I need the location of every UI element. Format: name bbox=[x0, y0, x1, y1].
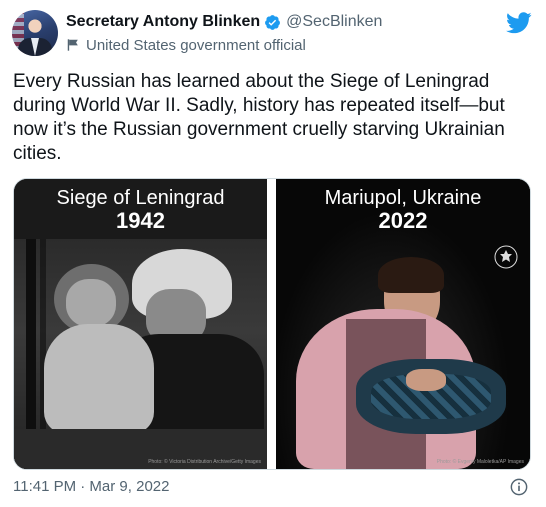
government-label-row[interactable]: United States government official bbox=[66, 36, 306, 54]
author-name-row: Secretary Antony Blinken @SecBlinken bbox=[66, 12, 382, 32]
mariupol-photo-credit: Photo: © Evgeniy Maloletka/AP Images bbox=[436, 459, 524, 465]
flag-icon bbox=[67, 39, 78, 51]
media-panel-mariupol[interactable]: Mariupol, Ukraine 2022 Photo: © Evgeniy … bbox=[276, 179, 530, 469]
tweet-timestamp[interactable]: 11:41 PM · Mar 9, 2022 bbox=[13, 478, 169, 495]
author-display-name[interactable]: Secretary Antony Blinken bbox=[66, 13, 260, 31]
tweet-text: Every Russian has learned about the Sieg… bbox=[13, 71, 505, 164]
government-official-label: United States government official bbox=[86, 36, 306, 54]
avatar[interactable] bbox=[12, 10, 58, 56]
leningrad-photo bbox=[14, 239, 267, 469]
mariupol-title: Mariupol, Ukraine bbox=[324, 187, 482, 209]
leningrad-photo-credit: Photo: © Victoria Distribution Archive/G… bbox=[148, 459, 261, 465]
author-handle[interactable]: @SecBlinken bbox=[286, 13, 382, 31]
info-icon[interactable] bbox=[510, 478, 528, 496]
twitter-bird-icon[interactable] bbox=[506, 12, 532, 34]
media-divider bbox=[267, 179, 276, 469]
media-panel-leningrad[interactable]: Siege of Leningrad 1942 Photo: © Victori… bbox=[14, 179, 267, 469]
tweet-media[interactable]: Siege of Leningrad 1942 Photo: © Victori… bbox=[13, 178, 531, 470]
leningrad-title: Siege of Leningrad bbox=[56, 187, 225, 209]
mariupol-year: 2022 bbox=[378, 208, 428, 233]
state-department-seal-icon bbox=[494, 245, 518, 269]
verified-badge-icon bbox=[265, 14, 281, 30]
tweet-card: Secretary Antony Blinken @SecBlinken Uni… bbox=[0, 0, 546, 507]
leningrad-year: 1942 bbox=[116, 208, 165, 233]
